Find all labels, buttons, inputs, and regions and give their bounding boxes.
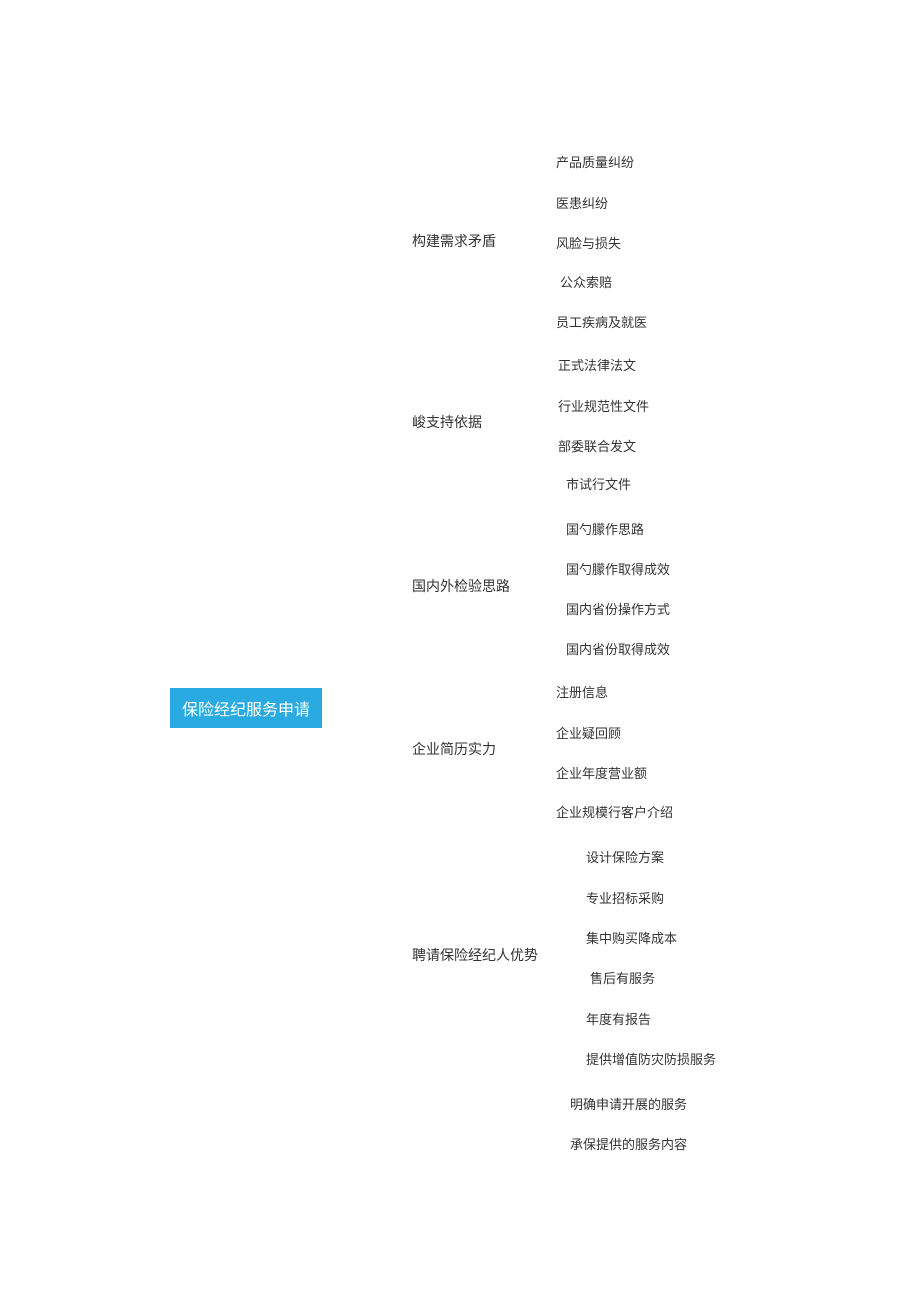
leaf-label: 国内省份取得成效 bbox=[566, 639, 670, 658]
leaf-label: 正式法律法文 bbox=[558, 355, 636, 374]
root-node: 保险经纪服务申请 bbox=[170, 688, 322, 728]
leaf-label: 企业规模行客户介绍 bbox=[556, 802, 673, 821]
branch-label: 国内外检验思路 bbox=[412, 576, 510, 596]
leaf-label: 专业招标采购 bbox=[586, 888, 664, 907]
leaf-label: 公众索赔 bbox=[560, 272, 612, 291]
leaf-label: 医患纠纷 bbox=[556, 193, 608, 212]
leaf-label: 风脸与损失 bbox=[556, 233, 621, 252]
leaf-label: 部委联合发文 bbox=[558, 436, 636, 455]
leaf-label: 售后有服务 bbox=[590, 968, 655, 987]
leaf-label: 市试行文件 bbox=[566, 474, 631, 493]
leaf-label: 产品质量纠纷 bbox=[556, 152, 634, 171]
leaf-label: 国内省份操作方式 bbox=[566, 599, 670, 618]
branch-label: 峻支持依据 bbox=[412, 412, 482, 432]
leaf-label: 提供增值防灾防损服务 bbox=[586, 1049, 716, 1068]
leaf-label: 国勺朦作思路 bbox=[566, 519, 644, 538]
branch-label: 聘请保险经纪人优势 bbox=[412, 945, 538, 965]
leaf-label: 设计保险方案 bbox=[586, 847, 664, 866]
leaf-label: 企业疑回顾 bbox=[556, 723, 621, 742]
leaf-label: 集中购买降成本 bbox=[586, 928, 677, 947]
leaf-label: 企业年度营业额 bbox=[556, 763, 647, 782]
branch-label: 构建需求矛盾 bbox=[412, 231, 496, 251]
leaf-label: 员工疾病及就医 bbox=[556, 312, 647, 331]
leaf-label: 行业规范性文件 bbox=[558, 396, 649, 415]
leaf-label: 年度有报告 bbox=[586, 1009, 651, 1028]
leaf-label: 国勺朦作取得成效 bbox=[566, 559, 670, 578]
leaf-label: 注册信息 bbox=[556, 682, 608, 701]
leaf-label: 承保提供的服务内容 bbox=[570, 1134, 687, 1153]
branch-label: 企业简历实力 bbox=[412, 739, 496, 759]
leaf-label: 明确申请开展的服务 bbox=[570, 1094, 687, 1113]
